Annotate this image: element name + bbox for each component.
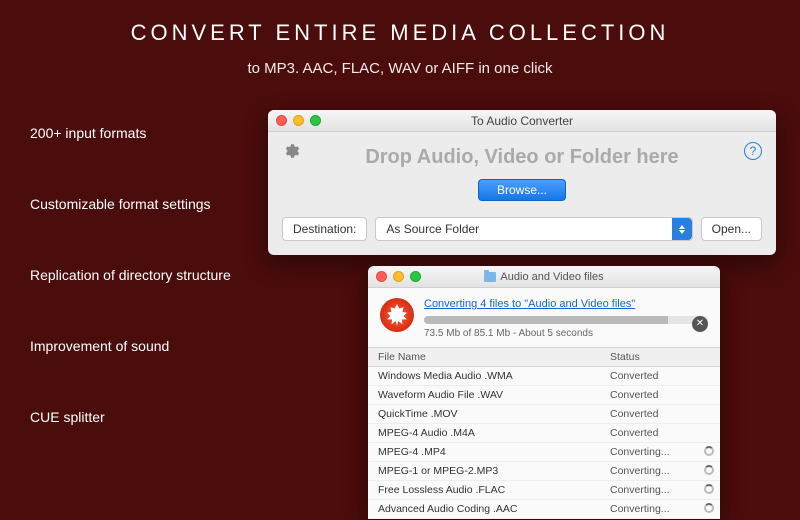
converter-window: To Audio Converter ? Drop Audio, Video o… [268, 110, 776, 255]
help-icon[interactable]: ? [744, 142, 762, 160]
converter-titlebar[interactable]: To Audio Converter [268, 110, 776, 132]
col-status[interactable]: Status [600, 348, 720, 367]
destination-select-value: As Source Folder [386, 222, 479, 236]
feature-item: Replication of directory structure [30, 267, 231, 283]
open-button[interactable]: Open... [701, 217, 762, 241]
feature-list: 200+ input formats Customizable format s… [30, 125, 231, 425]
cell-status: Converted [600, 386, 720, 405]
cell-status: Converted [600, 424, 720, 443]
maximize-icon[interactable] [410, 271, 421, 282]
feature-item: Customizable format settings [30, 196, 231, 212]
converter-window-title: To Audio Converter [471, 114, 573, 128]
destination-button[interactable]: Destination: [282, 217, 367, 241]
table-row[interactable]: MPEG-4 .MP4Converting... [368, 443, 720, 462]
progress-window-title-text: Audio and Video files [500, 271, 603, 283]
cell-status: Converted [600, 367, 720, 386]
progress-bar-fill [424, 316, 668, 324]
cell-status: Converting... [600, 462, 720, 481]
cell-status: Converting... [600, 481, 720, 500]
table-row[interactable]: MPEG-4 Audio .M4AConverted [368, 424, 720, 443]
feature-item: CUE splitter [30, 409, 231, 425]
browse-button[interactable]: Browse... [478, 179, 566, 201]
progress-bar [424, 316, 708, 324]
progress-titlebar[interactable]: Audio and Video files [368, 266, 720, 288]
spinner-icon [704, 503, 714, 513]
cell-filename: Advanced Audio Coding .AAC [368, 500, 600, 519]
cell-status: Converting... [600, 443, 720, 462]
spinner-icon [704, 484, 714, 494]
page-headline: CONVERT ENTIRE MEDIA COLLECTION [0, 20, 800, 46]
cell-filename: Windows Media Audio .WMA [368, 367, 600, 386]
folder-icon [484, 272, 496, 282]
feature-item: 200+ input formats [30, 125, 231, 141]
table-row[interactable]: MPEG-1 or MPEG-2.MP3Converting... [368, 462, 720, 481]
cell-status: Converting... [600, 500, 720, 519]
col-filename[interactable]: File Name [368, 348, 600, 367]
cell-filename: QuickTime .MOV [368, 405, 600, 424]
gear-icon[interactable] [282, 142, 300, 160]
progress-meta: 73.5 Mb of 85.1 Mb - About 5 seconds [424, 328, 708, 339]
page-subhead: to MP3. AAC, FLAC, WAV or AIFF in one cl… [0, 60, 800, 77]
progress-window: Audio and Video files Converting 4 files… [368, 266, 720, 519]
table-row[interactable]: Advanced Audio Coding .AACConverting... [368, 500, 720, 519]
cell-filename: Waveform Audio File .WAV [368, 386, 600, 405]
cell-status: Converted [600, 405, 720, 424]
drop-zone-text: Drop Audio, Video or Folder here [282, 146, 762, 169]
destination-select[interactable]: As Source Folder [375, 217, 692, 241]
table-row[interactable]: QuickTime .MOVConverted [368, 405, 720, 424]
progress-window-title: Audio and Video files [484, 271, 603, 283]
app-icon [380, 298, 414, 332]
progress-link[interactable]: Converting 4 files to "Audio and Video f… [424, 298, 635, 310]
spinner-icon [704, 465, 714, 475]
chevron-updown-icon [672, 218, 692, 240]
file-table: File Name Status Windows Media Audio .WM… [368, 347, 720, 519]
close-icon[interactable] [276, 115, 287, 126]
table-row[interactable]: Windows Media Audio .WMAConverted [368, 367, 720, 386]
feature-item: Improvement of sound [30, 338, 231, 354]
maximize-icon[interactable] [310, 115, 321, 126]
minimize-icon[interactable] [293, 115, 304, 126]
close-icon[interactable] [376, 271, 387, 282]
cell-filename: MPEG-1 or MPEG-2.MP3 [368, 462, 600, 481]
cell-filename: MPEG-4 .MP4 [368, 443, 600, 462]
spinner-icon [704, 446, 714, 456]
cancel-button[interactable]: ✕ [692, 316, 708, 332]
minimize-icon[interactable] [393, 271, 404, 282]
cell-filename: Free Lossless Audio .FLAC [368, 481, 600, 500]
table-row[interactable]: Waveform Audio File .WAVConverted [368, 386, 720, 405]
table-row[interactable]: Free Lossless Audio .FLACConverting... [368, 481, 720, 500]
drop-zone[interactable]: Drop Audio, Video or Folder here Browse.… [282, 146, 762, 201]
cell-filename: MPEG-4 Audio .M4A [368, 424, 600, 443]
